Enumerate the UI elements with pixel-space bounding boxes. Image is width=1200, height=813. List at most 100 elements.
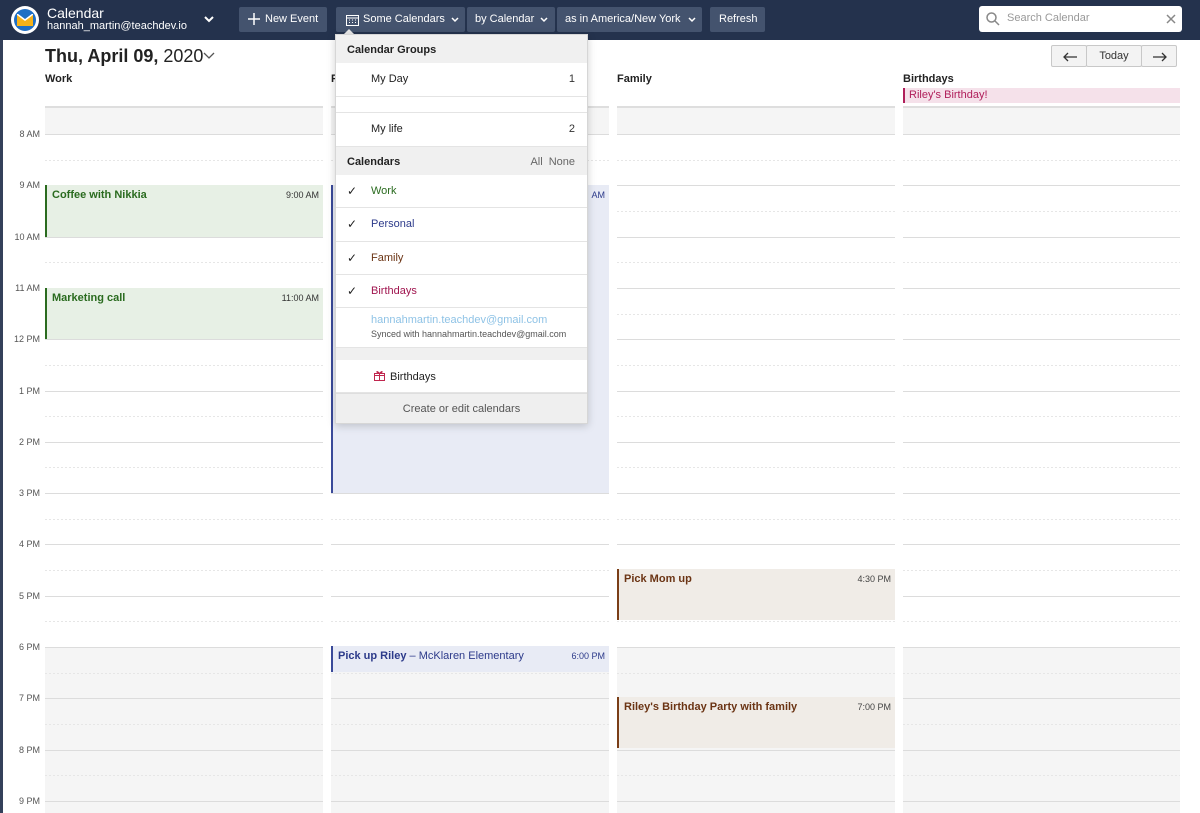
calendar-item-birthdays[interactable]: ✓ Birthdays	[336, 275, 587, 308]
half-hour-line	[617, 467, 895, 469]
current-date[interactable]: Thu, April 09, 2020	[45, 45, 203, 67]
half-hour-line	[45, 518, 323, 520]
select-none-link[interactable]: None	[549, 156, 575, 168]
half-hour-line	[331, 723, 609, 725]
time-label: 8 PM	[18, 744, 40, 755]
time-label: 9 AM	[19, 180, 40, 191]
view-select[interactable]: by Calendar	[467, 7, 555, 32]
half-hour-line	[903, 621, 1180, 623]
group-item-my-life[interactable]: My life 2	[336, 113, 587, 147]
plus-icon	[248, 13, 260, 25]
half-hour-line	[45, 672, 323, 674]
new-event-button[interactable]: New Event	[239, 7, 327, 32]
calendar-logo-icon[interactable]	[11, 6, 39, 34]
hour-line	[45, 698, 323, 700]
hour-line	[903, 800, 1180, 802]
today-button[interactable]: Today	[1086, 45, 1142, 67]
hour-line	[45, 647, 323, 648]
hour-line	[903, 339, 1180, 341]
column-header-work[interactable]: Work	[45, 73, 72, 85]
search-input[interactable]: Search Calendar	[1007, 12, 1090, 24]
app-title: Calendar	[47, 5, 104, 21]
calendar-icon	[346, 15, 359, 26]
birthdays-label: Birthdays	[390, 371, 436, 383]
calendar-item-family[interactable]: ✓ Family	[336, 242, 587, 275]
hour-line	[45, 595, 323, 597]
event-pick-up-riley[interactable]: Pick up Riley – McKlaren Elementary 6:00…	[331, 646, 609, 672]
search-icon	[986, 12, 1000, 26]
event-title: Pick Mom up	[624, 573, 692, 585]
group-item-my-day[interactable]: My Day 1	[336, 63, 587, 97]
half-hour-line	[331, 518, 609, 520]
half-hour-line	[45, 621, 323, 623]
hour-line	[903, 749, 1180, 751]
refresh-button[interactable]: Refresh	[710, 7, 765, 32]
half-hour-line	[45, 364, 323, 366]
half-hour-line	[903, 775, 1180, 777]
column-header-birthdays[interactable]: Birthdays	[903, 73, 954, 85]
half-hour-line	[617, 775, 895, 777]
event-title: Coffee with Nikkia	[52, 189, 147, 201]
account-chevron-icon[interactable]	[203, 13, 215, 25]
date-chevron-icon[interactable]	[203, 52, 215, 60]
hour-line	[903, 698, 1180, 700]
hour-line	[617, 134, 895, 135]
hour-line	[617, 544, 895, 546]
group-count: 1	[568, 73, 575, 85]
half-hour-line	[331, 672, 609, 674]
group-label: My Day	[371, 73, 409, 85]
search-box[interactable]: Search Calendar	[979, 6, 1182, 32]
event-time: 7:00 PM	[857, 702, 891, 712]
calendars-select[interactable]: Some Calendars	[336, 7, 465, 32]
half-hour-line	[903, 210, 1180, 212]
hour-line	[331, 749, 609, 751]
hour-line	[903, 544, 1180, 546]
half-hour-line	[903, 364, 1180, 366]
timezone-select[interactable]: as in America/New York	[557, 7, 702, 32]
create-edit-calendars-button[interactable]: Create or edit calendars	[336, 393, 587, 423]
synced-account[interactable]: hannahmartin.teachdev@gmail.com Synced w…	[336, 308, 587, 348]
half-hour-line	[45, 570, 323, 572]
section-title: Calendars	[347, 156, 401, 168]
clear-search-icon[interactable]	[1166, 14, 1176, 24]
calendar-item-work[interactable]: ✓ Work	[336, 175, 587, 209]
event-marketing-call[interactable]: Marketing call 11:00 AM	[45, 288, 323, 339]
time-label: 11 AM	[15, 282, 40, 293]
synced-account-note: Synced with hannahmartin.teachdev@gmail.…	[371, 329, 567, 339]
hour-line	[331, 493, 609, 495]
event-time: 4:30 PM	[857, 574, 891, 584]
hour-line	[331, 595, 609, 597]
hour-line	[903, 647, 1180, 648]
select-all-link[interactable]: All	[530, 156, 542, 168]
previous-day-button[interactable]	[1051, 45, 1087, 67]
time-label: 6 PM	[18, 642, 40, 652]
event-title: Pick up Riley – McKlaren Elementary	[338, 650, 524, 662]
birthdays-calendar-item[interactable]: Birthdays	[336, 360, 587, 393]
event-pick-mom-up[interactable]: Pick Mom up 4:30 PM	[617, 569, 895, 620]
event-title-text: Pick up Riley	[338, 650, 407, 662]
hour-line	[903, 134, 1180, 135]
column-header-family[interactable]: Family	[617, 73, 652, 85]
time-label: 5 PM	[18, 590, 40, 601]
group-spacer	[336, 97, 587, 113]
event-time: 11:00 AM	[281, 293, 319, 303]
new-event-label: New Event	[265, 13, 319, 25]
day-column-birthdays[interactable]	[903, 108, 1180, 813]
hour-line	[45, 134, 323, 135]
hour-line	[331, 800, 609, 802]
year-label: 2020	[163, 46, 204, 66]
refresh-label: Refresh	[719, 13, 758, 25]
calendar-groups-header: Calendar Groups	[336, 35, 587, 63]
time-label: 8 AM	[19, 129, 40, 139]
event-rileys-birthday-party[interactable]: Riley's Birthday Party with family 7:00 …	[617, 697, 895, 748]
half-hour-line	[617, 621, 895, 623]
calendar-item-personal[interactable]: ✓ Personal	[336, 208, 587, 242]
allday-event-rileys-birthday[interactable]: Riley's Birthday!	[903, 88, 1180, 103]
half-hour-line	[903, 672, 1180, 674]
event-coffee-with-nikkia[interactable]: Coffee with Nikkia 9:00 AM	[45, 185, 323, 237]
half-hour-line	[903, 723, 1180, 725]
half-hour-line	[617, 672, 895, 674]
time-label: 1 PM	[18, 385, 40, 396]
calendars-dropdown: Calendar Groups My Day 1 My life 2 Calen…	[335, 34, 588, 424]
next-day-button[interactable]	[1141, 45, 1177, 67]
